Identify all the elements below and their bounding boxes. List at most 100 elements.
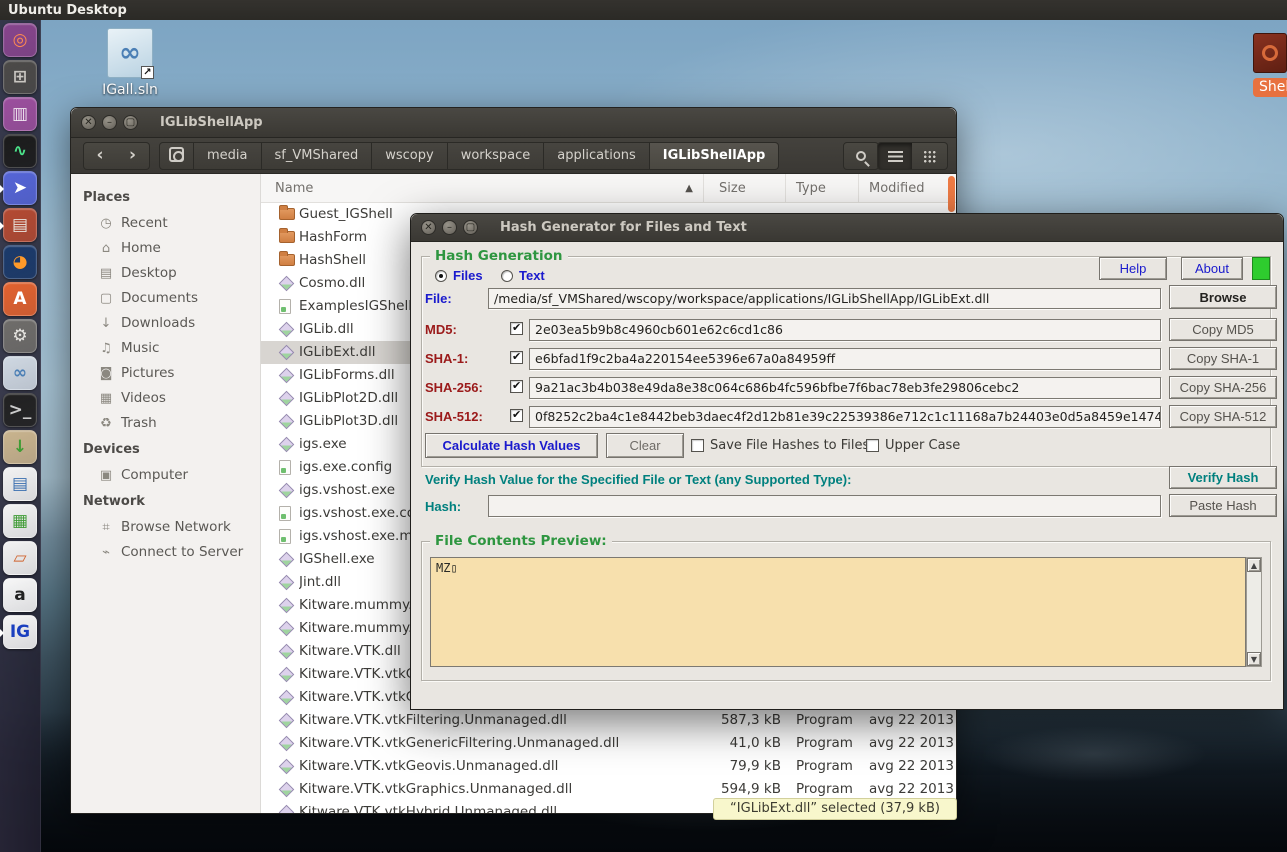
file-row[interactable]: Kitware.VTK.vtkFiltering.Unmanaged.dll58… [261, 709, 956, 732]
column-header-name[interactable]: Name ▲ [261, 174, 704, 203]
hash-dialog-titlebar[interactable]: ✕ – ▢ Hash Generator for Files and Text [411, 214, 1283, 242]
back-button[interactable]: ‹ [83, 142, 117, 170]
file-row[interactable]: Kitware.VTK.vtkGeovis.Unmanaged.dll79,9 … [261, 755, 956, 778]
sidebar-item-desktop[interactable]: ▤Desktop [71, 261, 260, 286]
breadcrumb-segment[interactable]: sf_VMShared [262, 142, 373, 170]
close-icon[interactable]: ✕ [421, 220, 436, 235]
hash-value-field[interactable]: 9a21ac3b4b038e49da8e38c064c686b4fc596bfb… [529, 377, 1161, 399]
close-icon[interactable]: ✕ [81, 115, 96, 130]
maximize-icon[interactable]: ▢ [123, 115, 138, 130]
save-hashes-label[interactable]: Save File Hashes to Files [710, 438, 869, 453]
amazon-icon: a [14, 587, 25, 604]
sidebar-item-trash[interactable]: ♻Trash [71, 411, 260, 436]
maximize-icon[interactable]: ▢ [463, 220, 478, 235]
copy-hash-button[interactable]: Copy SHA-512 [1169, 405, 1277, 428]
about-button[interactable]: About [1181, 257, 1243, 280]
copy-hash-button[interactable]: Copy MD5 [1169, 318, 1277, 341]
breadcrumb-segment[interactable]: wscopy [372, 142, 447, 170]
hash-enabled-checkbox[interactable] [510, 409, 523, 422]
copy-hash-button[interactable]: Copy SHA-256 [1169, 376, 1277, 399]
launcher-item-workspace-switcher-icon[interactable]: ⊞ [3, 60, 37, 94]
sidebar-item-pictures[interactable]: ◙Pictures [71, 361, 260, 386]
launcher-item-amazon-icon[interactable]: a [3, 578, 37, 612]
upper-case-checkbox[interactable] [866, 439, 879, 452]
forward-button[interactable]: › [116, 142, 150, 170]
upper-case-label[interactable]: Upper Case [885, 438, 960, 453]
clear-button[interactable]: Clear [606, 433, 684, 458]
column-header-size[interactable]: Size [704, 174, 786, 203]
sidebar-item-music[interactable]: ♫Music [71, 336, 260, 361]
launcher-item-purple-terminal-app-icon[interactable]: ▥ [3, 97, 37, 131]
browse-button[interactable]: Browse [1169, 285, 1277, 309]
launcher-item-archive-drawer-icon[interactable]: ▤ [3, 208, 37, 242]
list-view-toggle[interactable] [877, 142, 913, 170]
file-path-input[interactable]: /media/sf_VMShared/wscopy/workspace/appl… [488, 288, 1161, 309]
copy-hash-button[interactable]: Copy SHA-1 [1169, 347, 1277, 370]
file-name: Kitware.VTK.vtkGenericFiltering.Unmanage… [299, 732, 704, 755]
launcher-item-software-updater-icon[interactable]: ↓ [3, 430, 37, 464]
hash-value-field[interactable]: e6bfad1f9c2ba4a220154ee5396e67a0a84959ff [529, 348, 1161, 370]
software-updater-icon: ↓ [13, 439, 27, 456]
file-contents-preview[interactable]: MZ▯ [430, 557, 1246, 667]
files-radio-label[interactable]: Files [453, 268, 483, 283]
launcher-item-libreoffice-calc-icon[interactable]: ▦ [3, 504, 37, 538]
hash-enabled-checkbox[interactable] [510, 351, 523, 364]
paste-hash-button[interactable]: Paste Hash [1169, 494, 1277, 517]
breadcrumb-segment[interactable]: media [194, 142, 262, 170]
swirl-glyph-icon: ∞ [119, 38, 141, 68]
sidebar-item-browse-network[interactable]: ⌗Browse Network [71, 515, 260, 540]
launcher-item-system-monitor-icon[interactable]: ∿ [3, 134, 37, 168]
desktop-icon-igall[interactable]: ∞ ↗ IGall.sln [82, 28, 178, 98]
calculate-hash-button[interactable]: Calculate Hash Values [425, 433, 598, 458]
sidebar-item-downloads[interactable]: ↓Downloads [71, 311, 260, 336]
sidebar-item-connect-to-server[interactable]: ⌁Connect to Server [71, 540, 260, 565]
launcher-item-libreoffice-writer-icon[interactable]: ▤ [3, 467, 37, 501]
launcher-item-dash-home-icon[interactable]: ◎ [3, 23, 37, 57]
minimize-icon[interactable]: – [102, 115, 117, 130]
launcher-item-libreoffice-impress-icon[interactable]: ▱ [3, 541, 37, 575]
launcher-item-software-center-icon[interactable]: A [3, 282, 37, 316]
desktop-icon-shel[interactable]: Shel [1253, 33, 1287, 97]
preview-scrollbar[interactable]: ▲ ▼ [1246, 557, 1262, 667]
launcher-item-system-settings-icon[interactable]: ⚙ [3, 319, 37, 353]
hash-value-field[interactable]: 0f8252c2ba4c1e8442beb3daec4f2d12b81e39c2… [529, 406, 1161, 428]
save-hashes-checkbox[interactable] [691, 439, 704, 452]
files-radio[interactable] [435, 270, 447, 282]
breadcrumb-segment[interactable]: workspace [448, 142, 545, 170]
breadcrumb-segment[interactable]: applications [544, 142, 649, 170]
text-radio-label[interactable]: Text [519, 268, 545, 283]
help-button[interactable]: Help [1099, 257, 1167, 280]
scroll-down-icon[interactable]: ▼ [1247, 652, 1261, 666]
launcher-item-terminal-icon[interactable]: >_ [3, 393, 37, 427]
hash-value-field[interactable]: 2e03ea5b9b8c4960cb601e62c6cd1c86 [529, 319, 1161, 341]
sidebar-item-recent[interactable]: ◷Recent [71, 211, 260, 236]
column-header-type[interactable]: Type [786, 174, 859, 203]
file-manager-titlebar[interactable]: ✕ – ▢ IGLibShellApp [71, 108, 956, 138]
sidebar-item-home[interactable]: ⌂Home [71, 236, 260, 261]
launcher-item-iglib-icon[interactable]: IG [3, 615, 37, 649]
hash-enabled-checkbox[interactable] [510, 380, 523, 393]
sidebar-item-documents[interactable]: ▢Documents [71, 286, 260, 311]
running-indicator [0, 185, 4, 193]
scroll-up-icon[interactable]: ▲ [1247, 558, 1261, 572]
library-icon [279, 483, 295, 499]
launcher-item-firefox-icon[interactable]: ◕ [3, 245, 37, 279]
grid-view-toggle[interactable] [912, 142, 948, 170]
file-row[interactable]: Kitware.VTK.vtkGenericFiltering.Unmanage… [261, 732, 956, 755]
hash-field-label: Hash: [425, 499, 461, 514]
sidebar-item-computer[interactable]: ▣Computer [71, 463, 260, 488]
scrollbar-thumb[interactable] [948, 176, 955, 212]
breadcrumb-root-icon[interactable] [159, 142, 194, 170]
text-radio[interactable] [501, 270, 513, 282]
minimize-icon[interactable]: – [442, 220, 457, 235]
verify-hash-button[interactable]: Verify Hash [1169, 466, 1277, 489]
search-button[interactable] [843, 142, 879, 170]
sidebar-item-videos[interactable]: ▦Videos [71, 386, 260, 411]
verify-hash-input[interactable] [488, 495, 1161, 517]
launcher-item-remote-desktop-icon[interactable]: ➤ [3, 171, 37, 205]
breadcrumb-segment[interactable]: IGLibShellApp [650, 142, 780, 170]
launcher-item-igall-swirl-icon[interactable]: ∞ [3, 356, 37, 390]
column-header-modified[interactable]: Modified [859, 174, 956, 203]
library-icon [279, 368, 295, 384]
hash-enabled-checkbox[interactable] [510, 322, 523, 335]
